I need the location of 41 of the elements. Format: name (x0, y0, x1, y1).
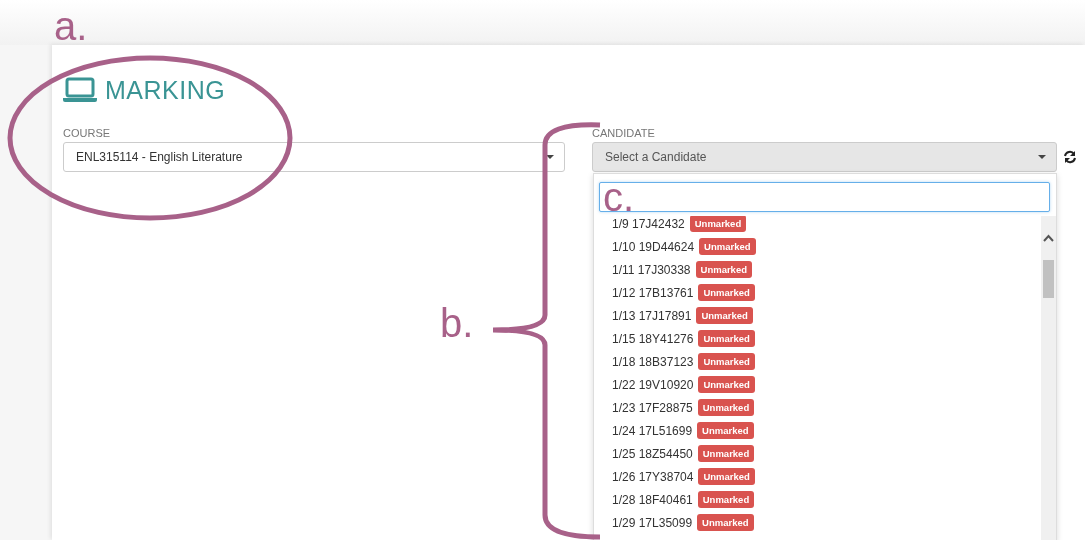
status-badge: Unmarked (689, 216, 747, 232)
candidate-name: 1/22 19V10920 (612, 377, 694, 392)
status-badge: Unmarked (697, 399, 755, 416)
status-badge: Unmarked (698, 468, 755, 485)
candidate-name: 1/26 17Y38704 (612, 469, 694, 484)
refresh-icon[interactable] (1063, 150, 1077, 164)
candidate-name: 1/15 18Y41276 (612, 331, 694, 346)
candidate-name: 1/23 17F28875 (612, 400, 693, 415)
candidate-name: 1/29 17L35099 (612, 515, 693, 530)
annotation-label: a. (54, 6, 88, 46)
status-badge: Unmarked (697, 514, 754, 531)
candidate-name: 1/28 18F40461 (612, 492, 693, 507)
page-title: MARKING (105, 75, 226, 105)
scrollbar-thumb[interactable] (1043, 260, 1054, 298)
status-badge: Unmarked (697, 445, 755, 462)
candidate-name: 1/13 17J17891 (612, 308, 692, 323)
field-label: CANDIDATE (592, 126, 656, 141)
status-badge: Unmarked (698, 330, 755, 347)
status-badge: Unmarked (698, 353, 755, 370)
candidate-name: 1/24 17L51699 (612, 423, 693, 438)
candidate-name: 1/25 18Z54450 (612, 446, 693, 461)
search-field[interactable] (599, 182, 1050, 212)
annotation-label: b. (440, 303, 474, 343)
annotation-label: c. (603, 177, 635, 217)
status-badge: Unmarked (696, 307, 753, 324)
status-badge: Unmarked (697, 422, 754, 439)
status-badge: Unmarked (698, 376, 755, 393)
status-badge: Unmarked (697, 491, 755, 508)
candidate-name: 1/11 17J30338 (612, 262, 691, 277)
laptop-icon (63, 77, 97, 103)
candidate-select[interactable]: Select a Candidate (592, 142, 1057, 172)
candidate-name: 1/12 17B13761 (612, 285, 694, 300)
field-label: COURSE (63, 126, 112, 141)
status-badge: Unmarked (698, 284, 755, 301)
candidate-name: 1/18 18B37123 (612, 354, 694, 369)
status-badge: Unmarked (699, 238, 756, 255)
course-select[interactable]: ENL315114 - English Literature (63, 142, 565, 172)
candidate-name: 1/10 19D44624 (612, 239, 695, 254)
candidate-name: 1/9 17J42432 (612, 216, 685, 231)
scrollbar[interactable] (1041, 216, 1056, 540)
status-badge: Unmarked (695, 261, 752, 278)
